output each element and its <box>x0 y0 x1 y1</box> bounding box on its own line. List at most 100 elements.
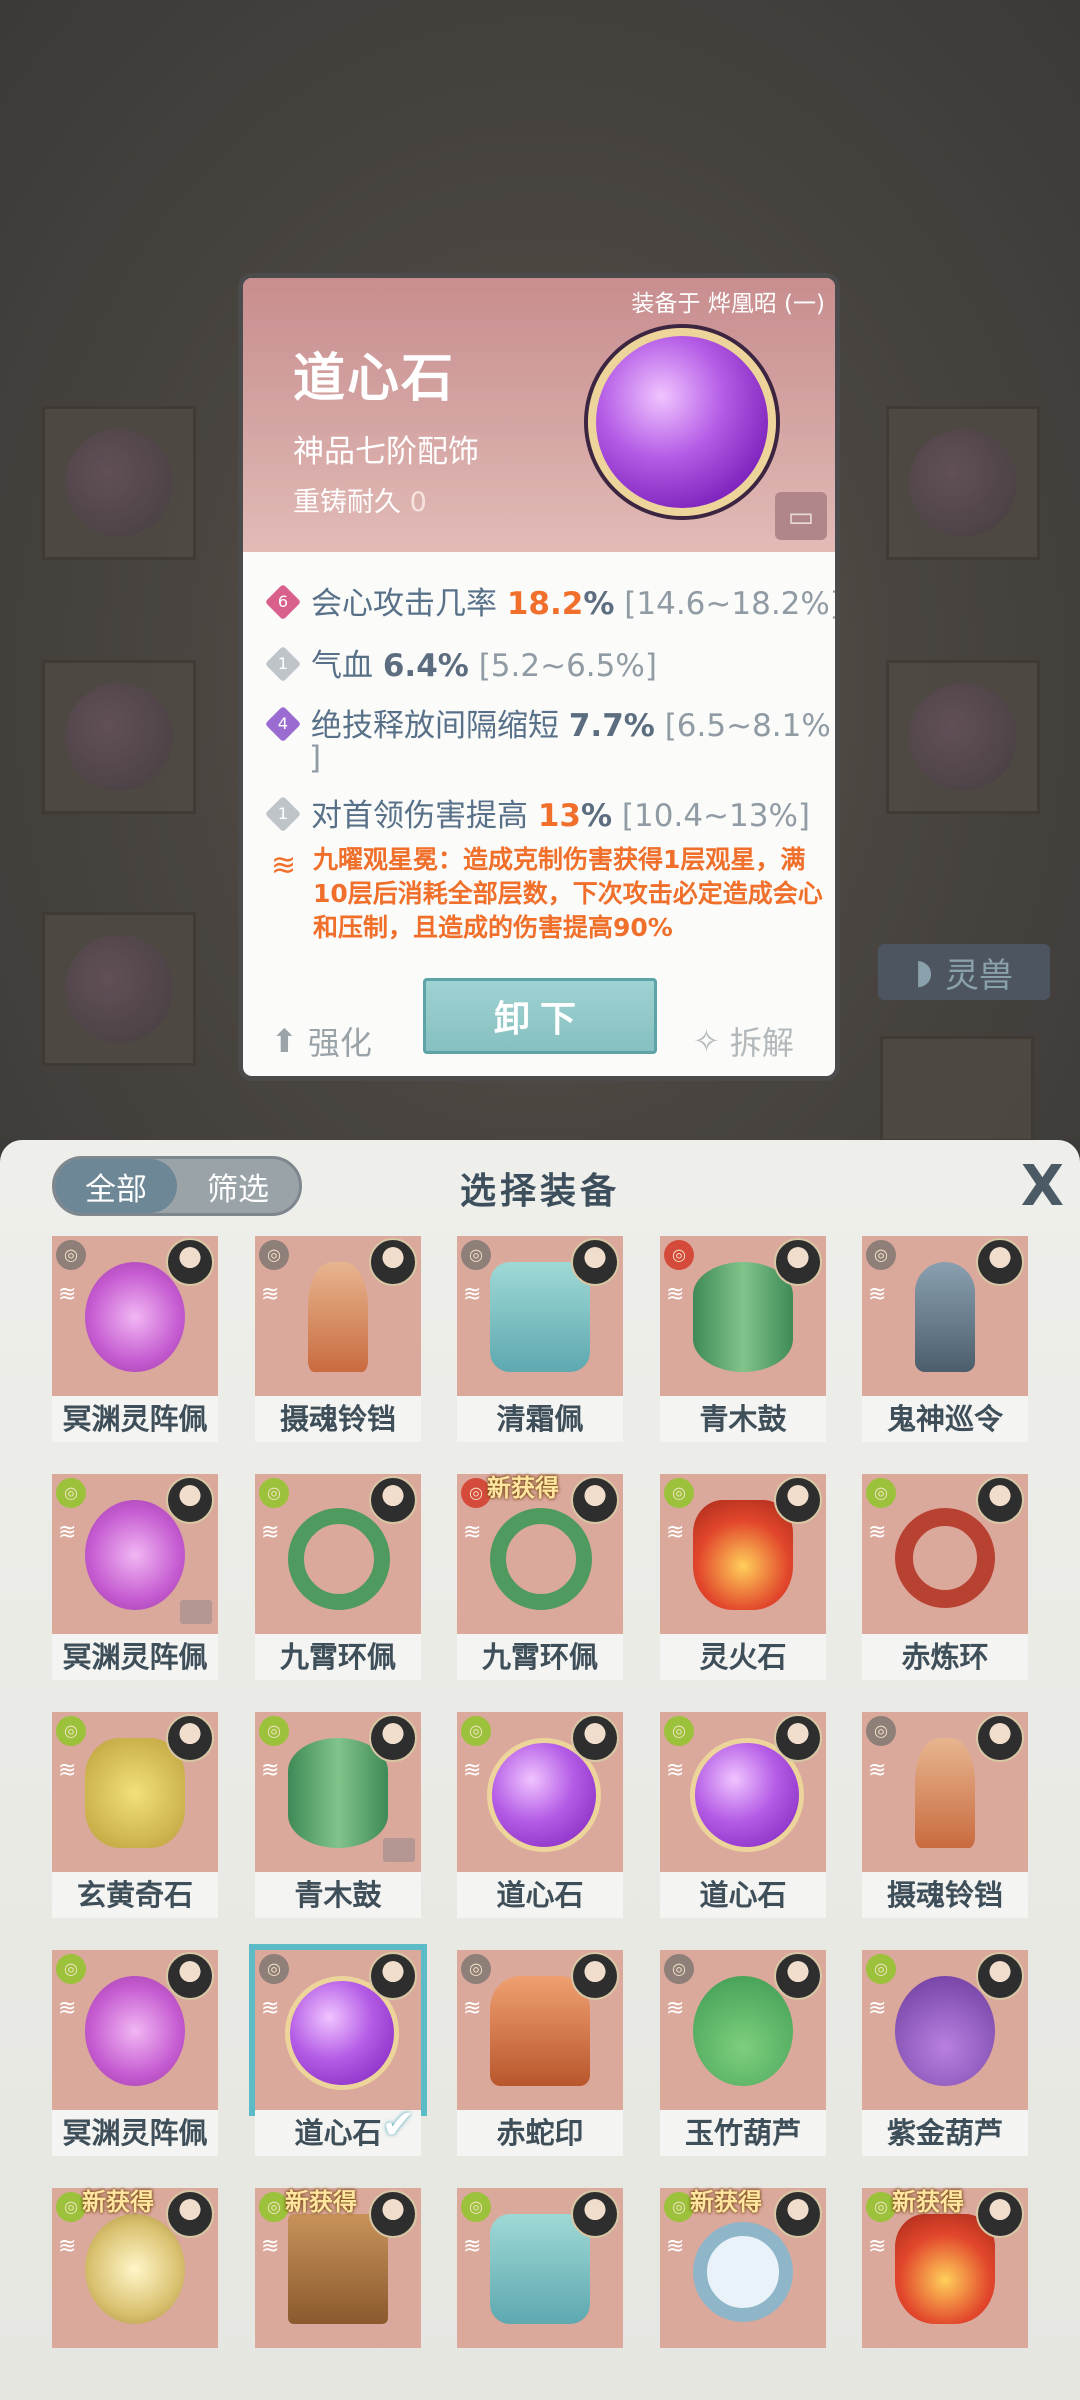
equipment-slot[interactable]: ◎ ≋ 鬼神巡令 <box>862 1236 1028 1444</box>
rank-icon: ≋ <box>261 1758 280 1783</box>
equipment-name: 摄魂铃铛 <box>862 1872 1028 1918</box>
attribute-unit: % <box>581 798 613 834</box>
equipment-slot[interactable]: ◎ ≋ 清霜佩 <box>457 1236 623 1444</box>
rank-icon: ≋ <box>868 1282 887 1307</box>
equipment-slot[interactable]: ◎ ≋ 新获得 <box>660 2188 826 2396</box>
equipment-name: 灵火石 <box>660 1634 826 1680</box>
equipment-icon <box>85 2214 185 2324</box>
equipment-slot[interactable]: ◎ ≋ 紫金葫芦 <box>862 1950 1028 2158</box>
equipment-slot[interactable]: ◎ ≋ 新获得 <box>52 2188 218 2396</box>
strengthen-button[interactable]: ⬆ 强化 <box>271 1018 372 1064</box>
bg-equip-slot <box>42 912 196 1066</box>
element-icon: ◎ <box>56 1716 86 1746</box>
skill-description: 九曜观星冕：造成克制伤害获得1层观星，满10层后消耗全部层数，下次攻击必定造成会… <box>313 845 823 942</box>
attribute-label: 绝技释放间隔缩短 <box>311 708 559 744</box>
equipment-slot[interactable]: ◎ ≋ 新获得 九霄环佩 <box>457 1474 623 1682</box>
new-badge: 新获得 <box>82 2188 154 2216</box>
owner-avatar <box>369 1238 417 1286</box>
lock-icon[interactable]: ▭ <box>775 492 827 540</box>
owner-avatar <box>571 1238 619 1286</box>
attribute-row: 1 气血 6.4% [5.2~6.5%] <box>264 640 657 685</box>
recast-durability: 重铸耐久 0 <box>293 487 427 518</box>
item-detail-card: 装备于 烨凰昭 (一) 道心石 神品七阶配饰 重铸耐久 0 ▭ 6 会心攻击几率 … <box>238 273 840 1081</box>
rank-icon: ≋ <box>666 2234 685 2259</box>
equipment-art: ◎ ≋ <box>660 1950 826 2110</box>
equipment-slot[interactable]: ◎ ≋ 青木鼓 <box>660 1236 826 1444</box>
skill-icon: ≋ <box>271 848 297 883</box>
equipment-slot[interactable]: ◎ ≋ 冥渊灵阵佩 <box>52 1236 218 1444</box>
owner-avatar <box>571 1714 619 1762</box>
rank-icon: ≋ <box>463 2234 482 2259</box>
panel-title: 选择装备 <box>459 1171 620 1212</box>
attribute-row: 4 绝技释放间隔缩短 7.7% [6.5~8.1% <box>264 700 831 745</box>
tier-badge-icon: 6 <box>264 583 302 621</box>
equipment-slot[interactable]: ◎ ≋ 道心石 <box>660 1712 826 1920</box>
equipment-slot[interactable]: ◎ ≋ 青木鼓 <box>255 1712 421 1920</box>
bg-equip-slot <box>886 660 1040 814</box>
equipment-icon <box>308 1262 368 1372</box>
equipment-art: ◎ ≋ <box>457 1236 623 1396</box>
close-icon[interactable]: X <box>1021 1154 1064 1219</box>
lock-icon <box>383 1838 415 1862</box>
equipment-slot[interactable]: ◎ ≋ 冥渊灵阵佩 <box>52 1950 218 2158</box>
owner-avatar <box>369 1714 417 1762</box>
equipment-icon <box>693 1500 793 1610</box>
element-icon: ◎ <box>56 1954 86 1984</box>
owner-avatar <box>774 1238 822 1286</box>
equipment-slot[interactable]: ◎ ≋ 道心石 <box>457 1712 623 1920</box>
lock-icon <box>180 1600 212 1624</box>
element-icon: ◎ <box>866 1240 896 1270</box>
equipment-name: 青木鼓 <box>660 1396 826 1442</box>
owner-avatar <box>976 1714 1024 1762</box>
equipped-on-label: 装备于 烨凰昭 (一) <box>631 291 825 317</box>
element-icon: ◎ <box>866 1478 896 1508</box>
equipment-art: ◎ ≋ <box>457 1712 623 1872</box>
check-icon: ✔ <box>381 2102 415 2148</box>
equipment-icon <box>490 1262 590 1372</box>
item-orb-icon <box>588 328 776 516</box>
equipment-slot[interactable]: ◎ ≋ 灵火石 <box>660 1474 826 1682</box>
owner-avatar <box>369 2190 417 2238</box>
equipment-art: ◎ ≋ <box>255 1712 421 1872</box>
owner-avatar <box>571 2190 619 2238</box>
equipment-icon <box>895 2214 995 2324</box>
dismantle-button[interactable]: ✧ 拆解 <box>693 1018 794 1064</box>
equipment-name: 九霄环佩 <box>457 1634 623 1680</box>
rank-icon: ≋ <box>463 1520 482 1545</box>
equipment-slot[interactable]: ◎ ≋ 玄黄奇石 <box>52 1712 218 1920</box>
equipment-slot[interactable]: ◎ ≋ <box>457 2188 623 2396</box>
element-icon: ◎ <box>664 1716 694 1746</box>
element-icon: ◎ <box>866 1954 896 1984</box>
bg-equip-slot <box>880 1036 1034 1142</box>
attribute-value: 7.7% <box>568 708 655 744</box>
equipment-name: 玄黄奇石 <box>52 1872 218 1918</box>
equipment-slot[interactable]: ◎ ≋ 摄魂铃铛 <box>862 1712 1028 1920</box>
equipment-slot[interactable]: ◎ ≋ 玉竹葫芦 <box>660 1950 826 2158</box>
equipment-slot[interactable]: ◎ ≋ 冥渊灵阵佩 <box>52 1474 218 1682</box>
equipment-slot[interactable]: ◎ ≋ 摄魂铃铛 <box>255 1236 421 1444</box>
equipment-art: ◎ ≋ <box>255 1236 421 1396</box>
equipment-slot[interactable]: ◎ ≋ 新获得 <box>862 2188 1028 2396</box>
element-icon: ◎ <box>664 1954 694 1984</box>
equipment-art: ◎ ≋ <box>862 1950 1028 2110</box>
element-icon: ◎ <box>259 1478 289 1508</box>
unequip-button[interactable]: 卸下 <box>423 978 657 1054</box>
spirit-beast-tab[interactable]: ◗ 灵兽 <box>878 944 1050 1000</box>
equipment-slot[interactable]: ◎ ≋ 道心石 ✔ <box>255 1950 421 2158</box>
equipment-icon <box>915 1738 975 1848</box>
attribute-range-cont: ] <box>309 740 322 776</box>
equipment-slot[interactable]: ◎ ≋ 新获得 <box>255 2188 421 2396</box>
attribute-label: 会心攻击几率 <box>311 586 497 622</box>
equipment-art: ◎ ≋ <box>52 1950 218 2110</box>
owner-avatar <box>166 2190 214 2238</box>
element-icon: ◎ <box>259 1240 289 1270</box>
equipment-name: 道心石 <box>457 1872 623 1918</box>
equipment-slot[interactable]: ◎ ≋ 赤炼环 <box>862 1474 1028 1682</box>
owner-avatar <box>774 1714 822 1762</box>
equipment-art: ◎ ≋ <box>457 1950 623 2110</box>
attribute-range: [10.4~13%] <box>621 798 811 834</box>
owner-avatar <box>369 1476 417 1524</box>
attribute-row: 1 对首领伤害提高 13% [10.4~13%] <box>264 790 811 835</box>
equipment-slot[interactable]: ◎ ≋ 赤蛇印 <box>457 1950 623 2158</box>
equipment-slot[interactable]: ◎ ≋ 九霄环佩 <box>255 1474 421 1682</box>
